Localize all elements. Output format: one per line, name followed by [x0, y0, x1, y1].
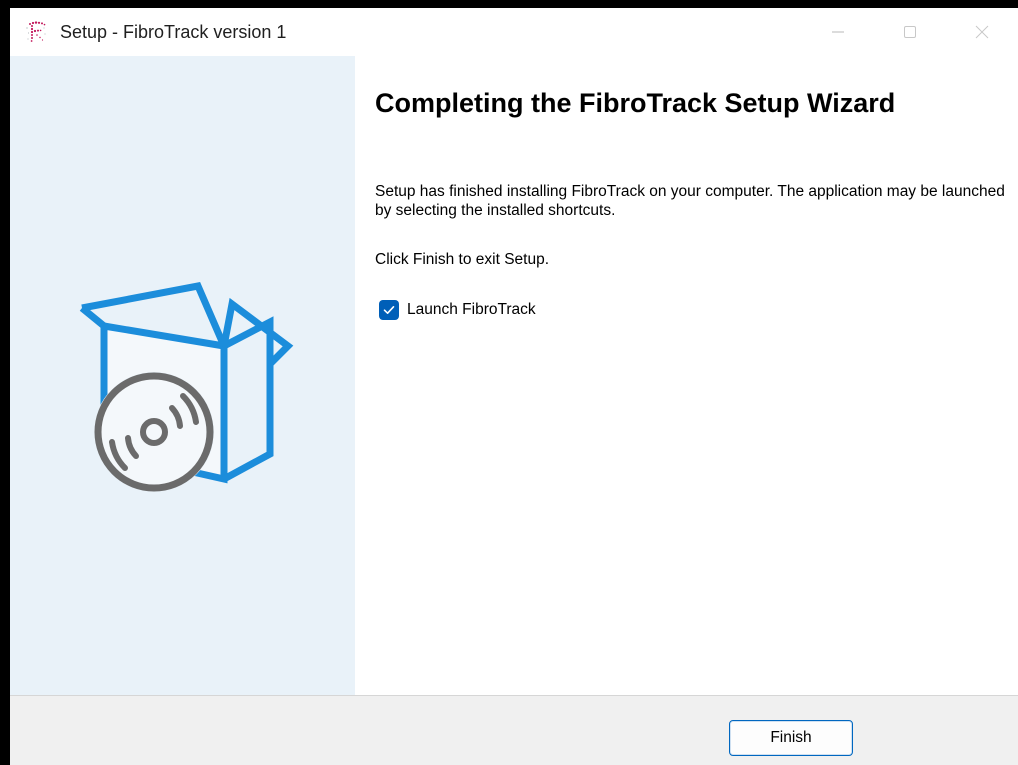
launch-option[interactable]: Launch FibroTrack — [379, 299, 536, 321]
minimize-icon — [832, 31, 844, 33]
checkmark-icon — [383, 306, 395, 314]
fibrotrack-app-icon — [26, 21, 46, 42]
wizard-footer: Finish — [10, 695, 1018, 765]
maximize-icon — [904, 26, 916, 38]
maximize-button[interactable] — [882, 8, 938, 56]
page-title: Completing the FibroTrack Setup Wizard — [375, 88, 896, 118]
wizard-sidebar — [10, 56, 355, 695]
box-with-disc-icon — [79, 282, 294, 492]
close-button[interactable] — [954, 8, 1010, 56]
close-icon — [975, 25, 989, 39]
launch-checkbox[interactable] — [379, 300, 399, 320]
minimize-button[interactable] — [810, 8, 866, 56]
finish-button[interactable]: Finish — [729, 720, 853, 756]
completion-description: Setup has finished installing FibroTrack… — [375, 183, 1005, 219]
window-title: Setup - FibroTrack version 1 — [60, 22, 287, 42]
launch-label[interactable]: Launch FibroTrack — [407, 301, 536, 319]
exit-hint: Click Finish to exit Setup. — [375, 251, 550, 268]
setup-window: Setup - FibroTrack version 1 Completing … — [10, 8, 1018, 765]
wizard-content: Completing the FibroTrack Setup Wizard S… — [355, 56, 1018, 695]
title-bar[interactable]: Setup - FibroTrack version 1 — [10, 8, 1018, 56]
